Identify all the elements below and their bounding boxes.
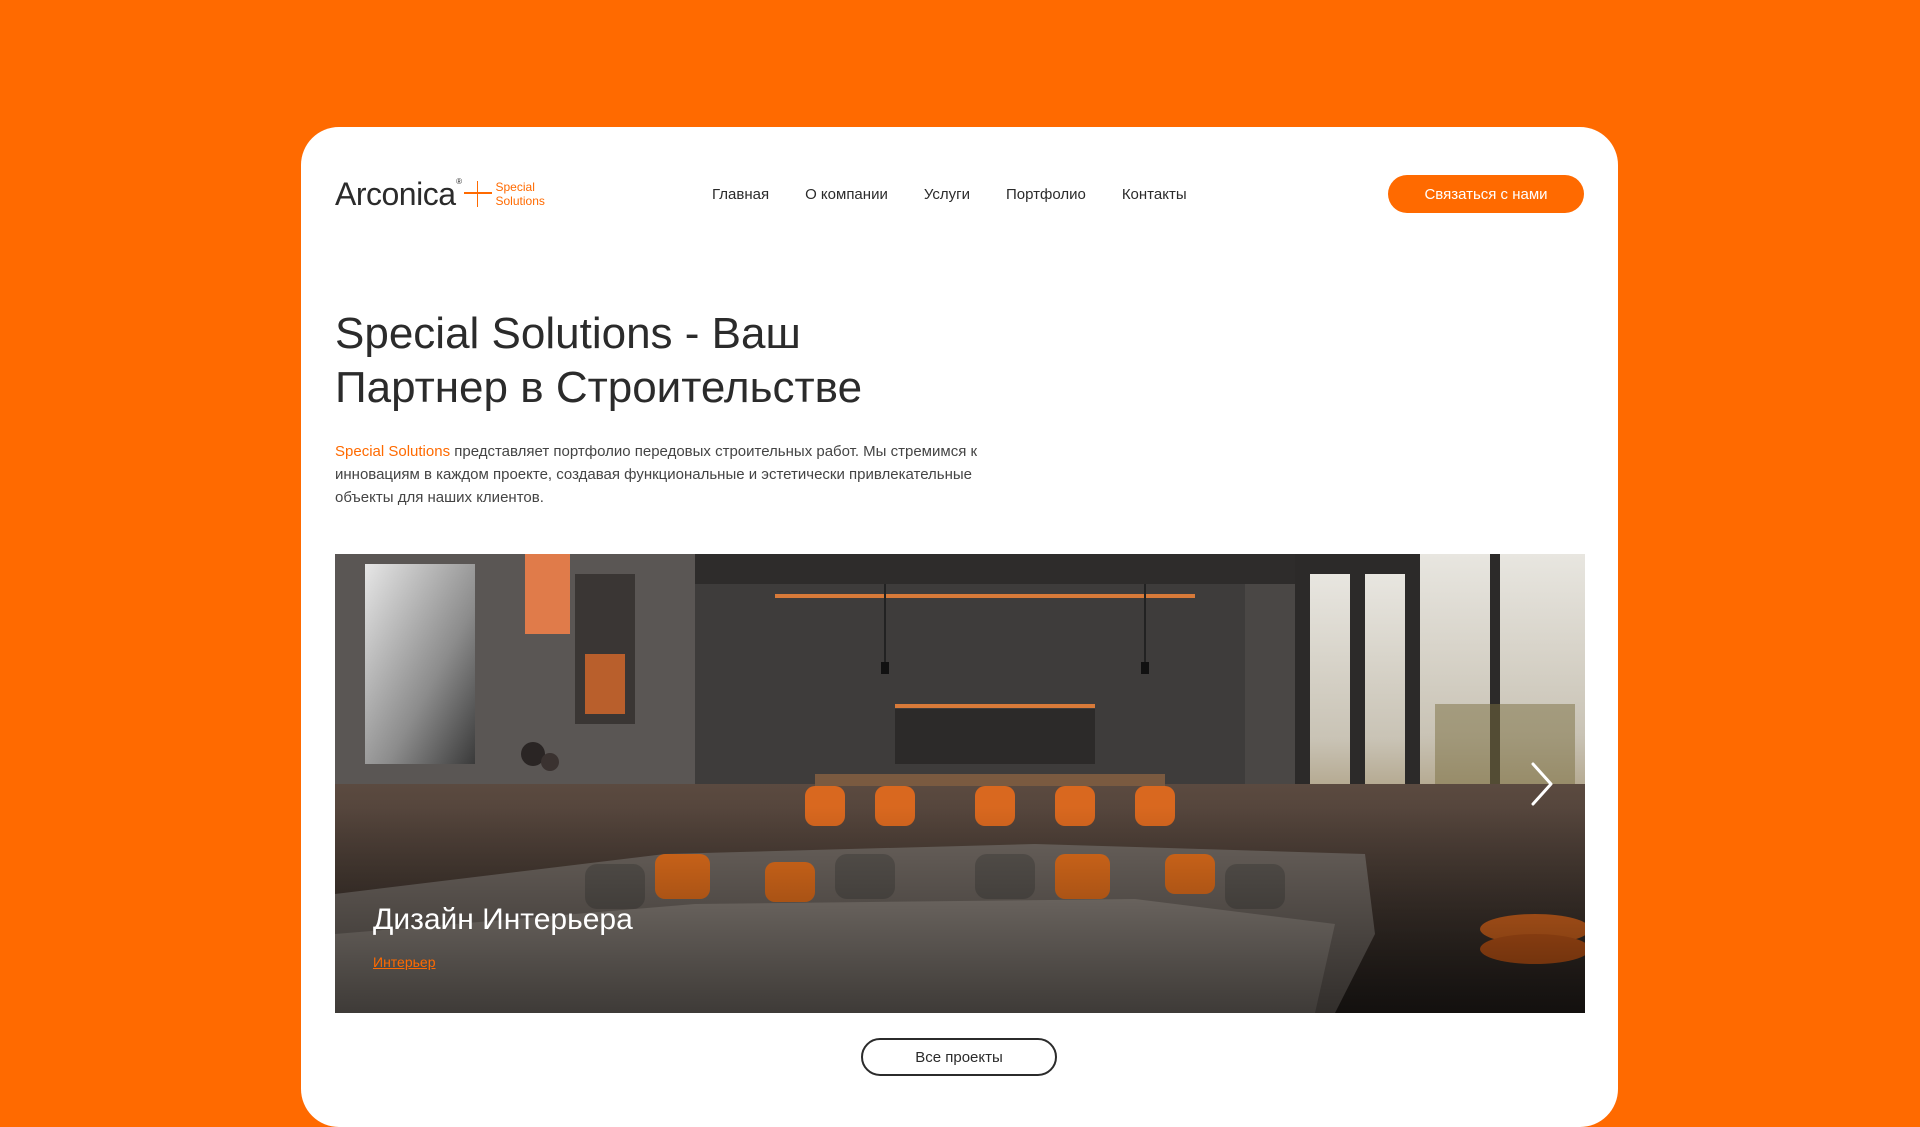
- hero-description-accent: Special Solutions: [335, 443, 451, 460]
- nav-item-home[interactable]: Главная: [712, 186, 769, 203]
- logo-wordmark: Arconica ®: [335, 176, 462, 212]
- hero-title-line1: Special Solutions - Ваш: [335, 309, 801, 358]
- nav-item-portfolio[interactable]: Портфолио: [1006, 186, 1086, 203]
- slide-title: Дизайн Интерьера: [373, 903, 633, 936]
- logo-subtitle-line1: Special: [495, 180, 535, 194]
- hero-title: Special Solutions - Ваш Партнер в Строит…: [335, 307, 1055, 415]
- all-projects-button[interactable]: Все проекты: [861, 1038, 1057, 1076]
- contact-us-button[interactable]: Связаться с нами: [1388, 175, 1584, 213]
- project-slider[interactable]: Дизайн Интерьера Интерьер: [335, 554, 1585, 1013]
- page-card: Arconica ® Special Solutions Главная О ко…: [301, 127, 1618, 1127]
- slide-image: [335, 554, 1585, 1013]
- nav-item-services[interactable]: Услуги: [924, 186, 970, 203]
- logo-registered-mark: ®: [456, 177, 462, 186]
- nav-item-about[interactable]: О компании: [805, 186, 888, 203]
- slide-category-link[interactable]: Интерьер: [373, 954, 436, 970]
- hero-title-line2: Партнер в Строительстве: [335, 363, 863, 412]
- logo-subtitle-line2: Solutions: [495, 194, 545, 208]
- chevron-right-icon[interactable]: [1525, 758, 1559, 810]
- main-nav: Главная О компании Услуги Портфолио Конт…: [712, 174, 1187, 214]
- logo-subtitle: Special Solutions: [496, 180, 545, 208]
- logo-text: Arconica: [335, 176, 456, 212]
- site-header: Arconica ® Special Solutions Главная О ко…: [335, 174, 1584, 214]
- plus-icon: [463, 179, 492, 209]
- nav-item-contacts[interactable]: Контакты: [1122, 186, 1187, 203]
- hero-description: Special Solutions представляет портфолио…: [335, 440, 985, 509]
- logo[interactable]: Arconica ® Special Solutions: [335, 174, 545, 214]
